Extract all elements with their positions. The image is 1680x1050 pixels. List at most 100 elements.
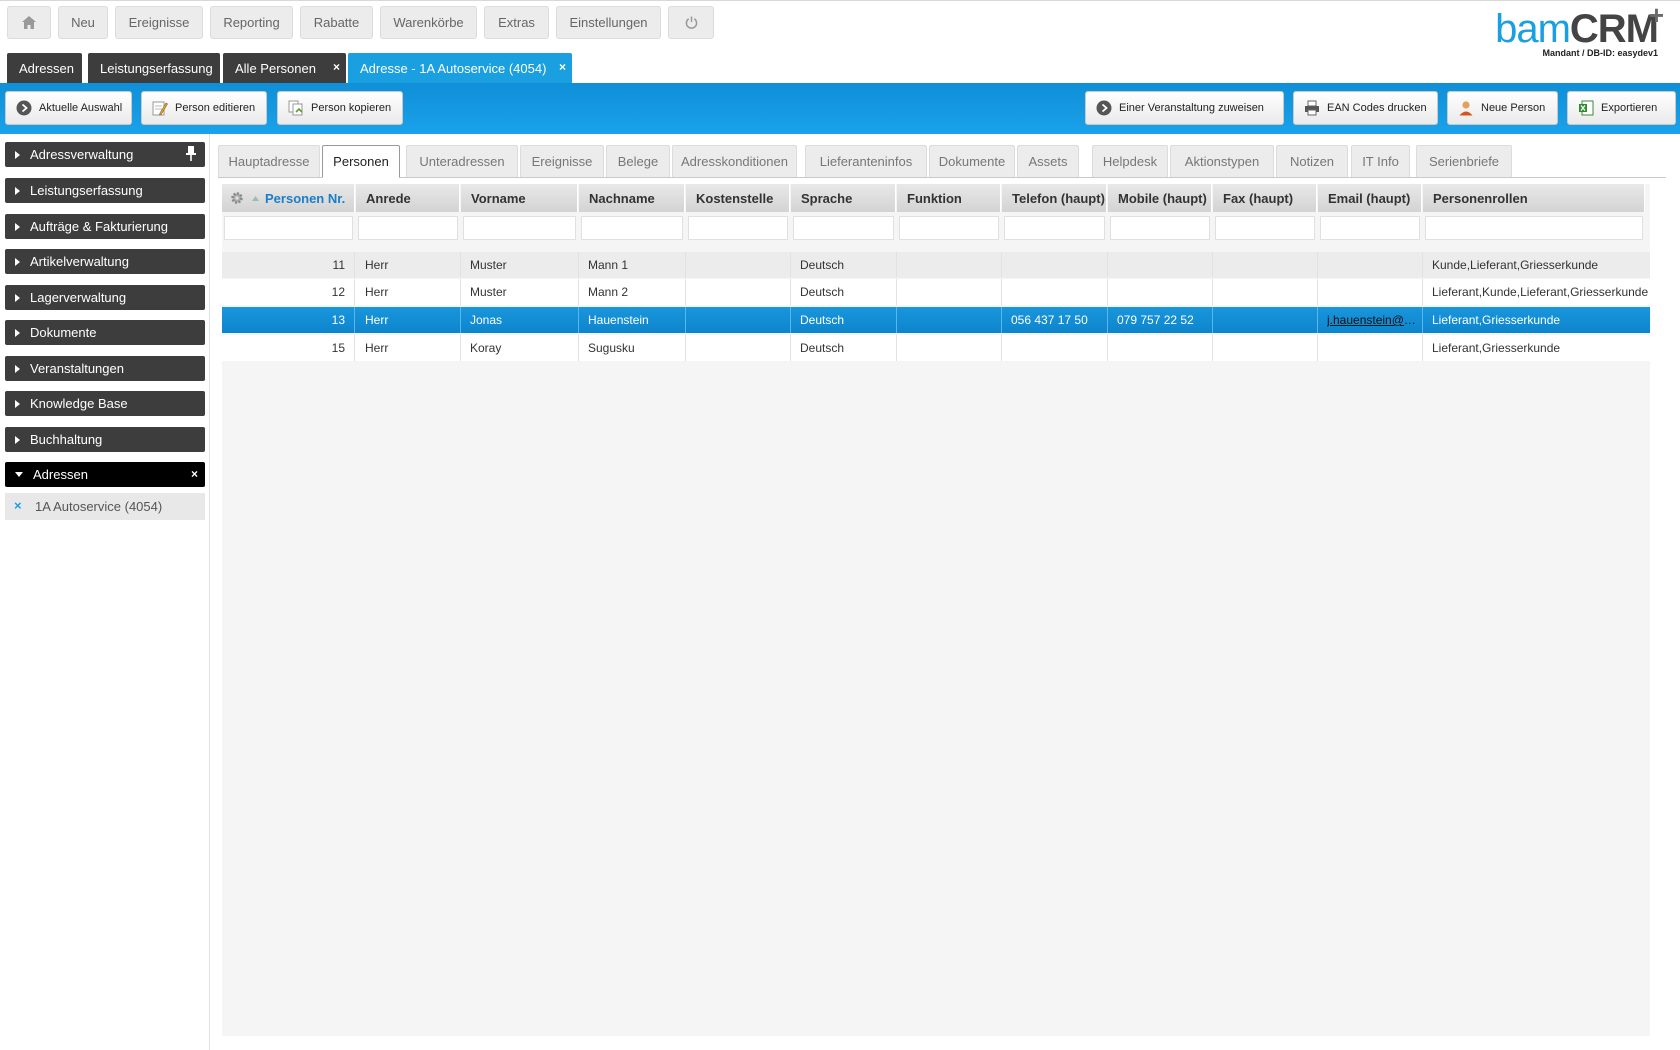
column-header-vorname[interactable]: Vorname [461, 184, 578, 212]
sidebar-item-adressverwaltung[interactable]: Adressverwaltung [5, 142, 205, 167]
doctab-leistungserfassung[interactable]: Leistungserfassung [88, 53, 220, 83]
tab-hauptadresse[interactable]: Hauptadresse [218, 145, 320, 177]
column-header-email[interactable]: Email (haupt) [1318, 184, 1422, 212]
filter-personenrollen[interactable] [1425, 216, 1643, 240]
nav-einstellungen[interactable]: Einstellungen [556, 6, 661, 39]
column-header-personenrollen[interactable]: Personenrollen [1423, 184, 1645, 212]
home-button[interactable] [7, 6, 51, 39]
bamcrm-logo: bamCRM + Mandant / DB-ID: easydev1 [1442, 0, 1664, 58]
filter-vorname[interactable] [463, 216, 576, 240]
filter-anrede[interactable] [358, 216, 458, 240]
close-icon[interactable]: × [333, 60, 340, 74]
doctab-adresse-1a-autoservice[interactable]: Adresse - 1A Autoservice (4054) × [348, 53, 572, 83]
doctab-adressen[interactable]: Adressen [7, 53, 82, 83]
table-row[interactable]: 11 Herr Muster Mann 1 Deutsch Kunde,Lief… [222, 252, 1650, 278]
filter-mobile[interactable] [1110, 216, 1210, 240]
gear-icon[interactable] [230, 191, 244, 205]
close-icon[interactable]: × [559, 60, 566, 74]
tab-unteradressen[interactable]: Unteradressen [406, 145, 518, 177]
power-button[interactable] [668, 6, 714, 39]
nav-extras[interactable]: Extras [484, 6, 549, 39]
nav-rabatte[interactable]: Rabatte [300, 6, 373, 39]
neue-person-button[interactable]: Neue Person [1447, 91, 1558, 125]
ean-codes-drucken-button[interactable]: EAN Codes drucken [1293, 91, 1438, 125]
tab-lieferanteninfos[interactable]: Lieferanteninfos [805, 145, 927, 177]
exportieren-button[interactable]: Exportieren [1567, 91, 1676, 125]
column-header-personen-nr[interactable]: Personen Nr. [222, 184, 355, 212]
tab-personen[interactable]: Personen [322, 145, 400, 178]
sidebar-subitem-1a-autoservice[interactable]: × 1A Autoservice (4054) [5, 493, 205, 520]
column-header-sprache[interactable]: Sprache [791, 184, 896, 212]
sidebar-item-artikelverwaltung[interactable]: Artikelverwaltung [5, 249, 205, 274]
nav-neu[interactable]: Neu [58, 6, 108, 39]
tab-adresskonditionen[interactable]: Adresskonditionen [672, 145, 797, 177]
cell-funktion [897, 307, 1002, 333]
table-row-selected[interactable]: 13 Herr Jonas Hauenstein Deutsch 056 437… [222, 307, 1650, 333]
chevron-right-icon [15, 186, 20, 195]
sidebar-item-label: Knowledge Base [30, 396, 128, 411]
column-header-funktion[interactable]: Funktion [897, 184, 1001, 212]
filter-sprache[interactable] [793, 216, 894, 240]
sidebar-item-adressen[interactable]: Adressen × [5, 462, 205, 487]
close-icon[interactable]: × [191, 467, 198, 481]
einer-veranstaltung-zuweisen-button[interactable]: Einer Veranstaltung zuweisen [1085, 91, 1284, 125]
cell-email-text[interactable]: j.hauenstein@bam.ch [1327, 313, 1422, 327]
tab-belege[interactable]: Belege [606, 145, 670, 177]
nav-warenkoerbe[interactable]: Warenkörbe [380, 6, 477, 39]
chevron-right-icon [15, 364, 20, 373]
filter-email[interactable] [1320, 216, 1420, 240]
sidebar-item-leistungserfassung[interactable]: Leistungserfassung [5, 178, 205, 203]
cell-anrede: Herr [356, 335, 461, 361]
filter-fax[interactable] [1215, 216, 1315, 240]
tab-serienbriefe[interactable]: Serienbriefe [1416, 145, 1512, 177]
sidebar-item-label: Leistungserfassung [30, 183, 143, 198]
top-navigation: Neu Ereignisse Reporting Rabatte Warenkö… [0, 0, 1680, 58]
button-label: Exportieren [1601, 102, 1658, 114]
column-header-anrede[interactable]: Anrede [356, 184, 460, 212]
chevron-down-icon [15, 472, 23, 477]
sidebar-item-auftraege-fakturierung[interactable]: Aufträge & Fakturierung [5, 214, 205, 239]
sidebar-item-label: Buchhaltung [30, 432, 103, 447]
sidebar-item-buchhaltung[interactable]: Buchhaltung [5, 427, 205, 452]
edit-icon [152, 101, 168, 116]
tab-helpdesk[interactable]: Helpdesk [1092, 145, 1168, 177]
tab-assets[interactable]: Assets [1017, 145, 1079, 177]
close-icon[interactable]: × [14, 498, 22, 513]
tab-it-info[interactable]: IT Info [1351, 145, 1410, 177]
cell-email-link[interactable]: j.hauenstein@bam.ch [1318, 307, 1423, 333]
filter-funktion[interactable] [899, 216, 999, 240]
filter-telefon[interactable] [1004, 216, 1105, 240]
filter-kostenstelle[interactable] [688, 216, 788, 240]
column-header-nachname[interactable]: Nachname [579, 184, 685, 212]
table-row[interactable]: 12 Herr Muster Mann 2 Deutsch Lieferant,… [222, 279, 1650, 305]
tab-notizen[interactable]: Notizen [1276, 145, 1348, 177]
arrow-circle-icon [16, 100, 32, 116]
cell-kostenstelle [686, 307, 791, 333]
chevron-right-icon [15, 328, 20, 337]
filter-nachname[interactable] [581, 216, 683, 240]
sidebar-item-lagerverwaltung[interactable]: Lagerverwaltung [5, 285, 205, 310]
tab-dokumente[interactable]: Dokumente [929, 145, 1015, 177]
person-kopieren-button[interactable]: Person kopieren [277, 91, 403, 125]
sidebar-item-veranstaltungen[interactable]: Veranstaltungen [5, 356, 205, 381]
column-header-telefon[interactable]: Telefon (haupt) [1002, 184, 1107, 212]
logo-plus: + [1648, 0, 1664, 30]
table-row[interactable]: 15 Herr Koray Sugusku Deutsch Lieferant,… [222, 335, 1650, 361]
nav-reporting[interactable]: Reporting [210, 6, 293, 39]
sidebar-item-label: Artikelverwaltung [30, 254, 129, 269]
cell-fax [1213, 335, 1318, 361]
tab-aktionstypen[interactable]: Aktionstypen [1170, 145, 1274, 177]
column-header-mobile[interactable]: Mobile (haupt) [1108, 184, 1212, 212]
aktuelle-auswahl-button[interactable]: Aktuelle Auswahl [5, 91, 132, 125]
nav-ereignisse[interactable]: Ereignisse [115, 6, 203, 39]
pin-icon[interactable] [185, 146, 197, 164]
sidebar-item-dokumente[interactable]: Dokumente [5, 320, 205, 345]
column-header-fax[interactable]: Fax (haupt) [1213, 184, 1317, 212]
filter-personen-nr[interactable] [224, 216, 353, 240]
person-editieren-button[interactable]: Person editieren [141, 91, 267, 125]
doctab-alle-personen[interactable]: Alle Personen × [223, 53, 346, 83]
column-header-kostenstelle[interactable]: Kostenstelle [686, 184, 790, 212]
sidebar-item-knowledge-base[interactable]: Knowledge Base [5, 391, 205, 416]
action-toolbar: Aktuelle Auswahl Person editieren Person… [0, 83, 1680, 134]
tab-ereignisse[interactable]: Ereignisse [520, 145, 604, 177]
